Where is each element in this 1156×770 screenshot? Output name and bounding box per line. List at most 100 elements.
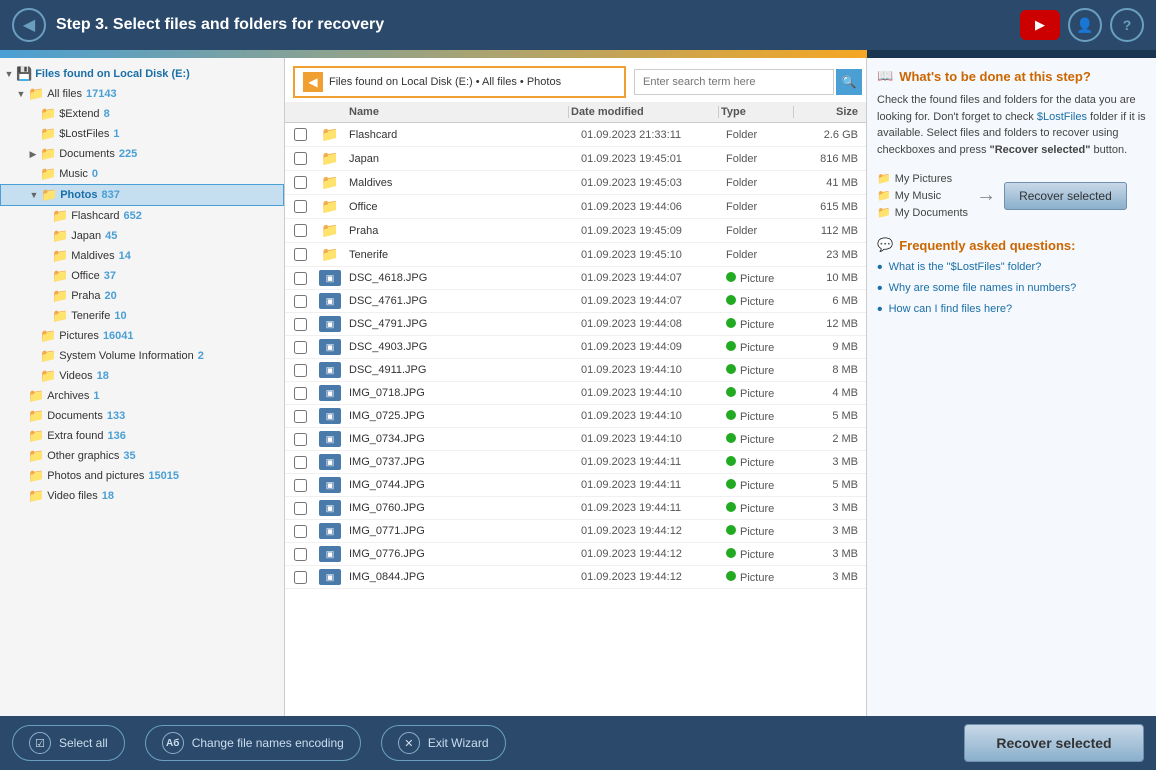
step-title: Step 3. Select files and folders for rec… [56, 16, 1010, 34]
faq-link-3[interactable]: How can I find files here? [889, 303, 1013, 315]
checkbox-input[interactable] [294, 548, 307, 561]
checkbox-input[interactable] [294, 200, 307, 213]
file-date: 01.09.2023 19:45:03 [581, 177, 726, 189]
folder-small-icon: 📁 [877, 189, 891, 202]
file-checkbox[interactable] [285, 295, 315, 308]
file-checkbox[interactable] [285, 502, 315, 515]
progress-fill [0, 50, 867, 58]
file-checkbox[interactable] [285, 152, 315, 165]
tree-item-flashcard[interactable]: 📁 Flashcard 652 [0, 206, 284, 226]
checkbox-input[interactable] [294, 502, 307, 515]
file-checkbox[interactable] [285, 272, 315, 285]
checkbox-input[interactable] [294, 128, 307, 141]
tree-item-pictures[interactable]: 📁 Pictures 16041 [0, 326, 284, 346]
checkbox-input[interactable] [294, 224, 307, 237]
file-checkbox[interactable] [285, 548, 315, 561]
tree-item-tenerife[interactable]: 📁 Tenerife 10 [0, 306, 284, 326]
col-icon-header [315, 106, 345, 118]
checkbox-input[interactable] [294, 272, 307, 285]
search-input[interactable] [634, 69, 834, 95]
search-button[interactable]: 🔍 [836, 69, 862, 95]
tree-item-archives[interactable]: 📁 Archives 1 [0, 386, 284, 406]
file-checkbox[interactable] [285, 410, 315, 423]
checkbox-input[interactable] [294, 433, 307, 446]
tree-item-photos[interactable]: ▼ 📁 Photos 837 [0, 184, 284, 206]
file-name: IMG_0760.JPG [345, 502, 581, 514]
checkbox-input[interactable] [294, 525, 307, 538]
tree-item-othergraphics[interactable]: 📁 Other graphics 35 [0, 446, 284, 466]
root-label: Files found on Local Disk (E:) [35, 68, 190, 80]
back-button[interactable]: ◀ [12, 8, 46, 42]
tree-item-videos[interactable]: 📁 Videos 18 [0, 366, 284, 386]
youtube-button[interactable]: ▶ [1020, 10, 1060, 40]
breadcrumb-back-button[interactable]: ◀ [303, 72, 323, 92]
encoding-button[interactable]: Aб Change file names encoding [145, 725, 361, 761]
faq-link-2[interactable]: Why are some file names in numbers? [889, 282, 1077, 294]
tree-item-videofiles[interactable]: 📁 Video files 18 [0, 486, 284, 506]
table-body: 📁 Flashcard 01.09.2023 21:33:11 Folder 2… [285, 123, 866, 716]
file-table: Name Date modified Type Size 📁 Flashcard… [285, 102, 866, 716]
tree-item-extrafound[interactable]: 📁 Extra found 136 [0, 426, 284, 446]
file-checkbox[interactable] [285, 224, 315, 237]
folder-icon: 📁 [28, 468, 44, 484]
recover-selected-small-button[interactable]: Recover selected [1004, 182, 1127, 210]
help-button[interactable]: ? [1110, 8, 1144, 42]
file-checkbox[interactable] [285, 248, 315, 261]
recover-selected-button[interactable]: Recover selected [964, 724, 1144, 762]
checkbox-input[interactable] [294, 479, 307, 492]
arrow-icon: → [976, 184, 996, 207]
tree-item-documents-top[interactable]: 📁 Documents 133 [0, 406, 284, 426]
checkbox-input[interactable] [294, 295, 307, 308]
breadcrumb: ◀ Files found on Local Disk (E:) • All f… [293, 66, 626, 98]
folder-icon: 📁 [40, 368, 56, 384]
folder-icon: 📁 [40, 166, 56, 182]
file-checkbox[interactable] [285, 571, 315, 584]
checkbox-input[interactable] [294, 248, 307, 261]
faq-link-1[interactable]: What is the "$LostFiles" folder? [889, 261, 1042, 273]
file-date: 01.09.2023 19:44:12 [581, 525, 726, 537]
lostfiles-link[interactable]: $LostFiles [1037, 111, 1087, 123]
file-checkbox[interactable] [285, 456, 315, 469]
col-date-header: Date modified [571, 106, 716, 118]
tree-item-office[interactable]: 📁 Office 37 [0, 266, 284, 286]
file-checkbox[interactable] [285, 128, 315, 141]
file-checkbox[interactable] [285, 200, 315, 213]
checkbox-input[interactable] [294, 410, 307, 423]
select-all-button[interactable]: ☑ Select all [12, 725, 125, 761]
tree-item-music[interactable]: 📁 Music 0 [0, 164, 284, 184]
tree-item-maldives[interactable]: 📁 Maldives 14 [0, 246, 284, 266]
checkbox-input[interactable] [294, 176, 307, 189]
file-checkbox[interactable] [285, 364, 315, 377]
exit-button[interactable]: ✕ Exit Wizard [381, 725, 506, 761]
table-row: ▣ IMG_0737.JPG 01.09.2023 19:44:11 Pictu… [285, 451, 866, 474]
tree-item-photospictures[interactable]: 📁 Photos and pictures 15015 [0, 466, 284, 486]
file-checkbox[interactable] [285, 176, 315, 189]
tree-root[interactable]: ▼ 💾 Files found on Local Disk (E:) [0, 64, 284, 84]
tree-item-all-files[interactable]: ▼ 📁 All files 17143 [0, 84, 284, 104]
checkbox-input[interactable] [294, 364, 307, 377]
checkbox-input[interactable] [294, 341, 307, 354]
file-checkbox[interactable] [285, 318, 315, 331]
checkbox-input[interactable] [294, 387, 307, 400]
file-size: 3 MB [796, 456, 866, 468]
checkbox-input[interactable] [294, 318, 307, 331]
file-checkbox[interactable] [285, 433, 315, 446]
status-dot [726, 433, 736, 443]
left-tree-panel: ▼ 💾 Files found on Local Disk (E:) ▼ 📁 A… [0, 58, 285, 716]
checkbox-input[interactable] [294, 456, 307, 469]
file-checkbox[interactable] [285, 479, 315, 492]
checkbox-input[interactable] [294, 571, 307, 584]
file-checkbox[interactable] [285, 387, 315, 400]
user-button[interactable]: 👤 [1068, 8, 1102, 42]
file-checkbox[interactable] [285, 341, 315, 354]
tree-item-sysvolinfo[interactable]: 📁 System Volume Information 2 [0, 346, 284, 366]
tree-item-japan[interactable]: 📁 Japan 45 [0, 226, 284, 246]
file-date: 01.09.2023 19:44:12 [581, 571, 726, 583]
tree-item-praha[interactable]: 📁 Praha 20 [0, 286, 284, 306]
tree-item-documents[interactable]: ▶ 📁 Documents 225 [0, 144, 284, 164]
tree-item-lostfiles[interactable]: 📁 $LostFiles 1 [0, 124, 284, 144]
bullet-icon: • [877, 281, 883, 297]
tree-item-extend[interactable]: 📁 $Extend 8 [0, 104, 284, 124]
checkbox-input[interactable] [294, 152, 307, 165]
file-checkbox[interactable] [285, 525, 315, 538]
